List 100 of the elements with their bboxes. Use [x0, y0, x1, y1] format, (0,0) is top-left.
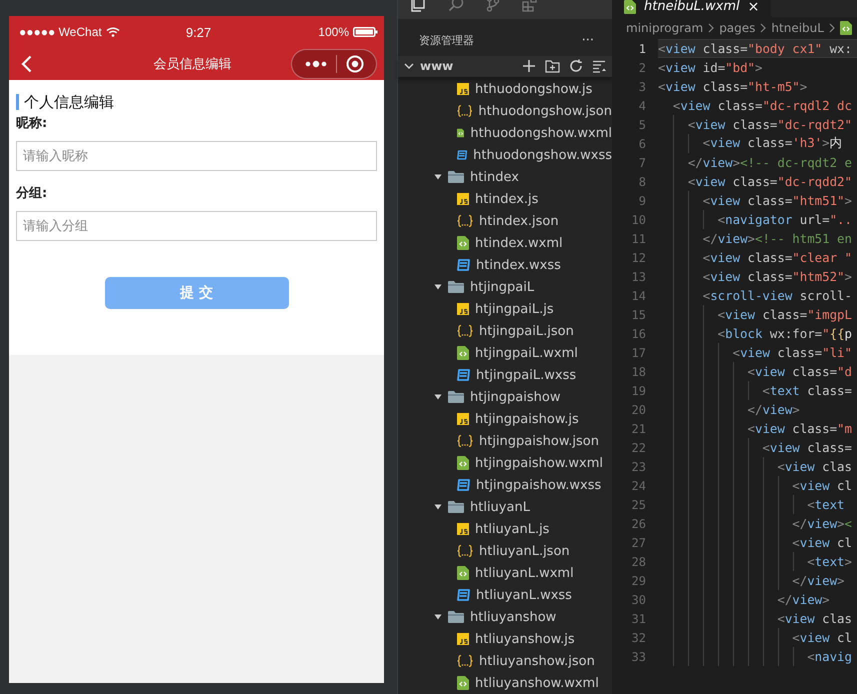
line-number: 19: [630, 384, 647, 398]
code-line: <view class="dc-rqdd2": [686, 174, 852, 189]
file-name[interactable]: hthuodongshow.json: [478, 104, 612, 118]
clock-time: 9:27: [186, 24, 212, 40]
file-name[interactable]: htjingpaiL.wxss: [476, 368, 576, 382]
folder-name[interactable]: htindex: [470, 170, 519, 184]
line-number: 3: [638, 80, 647, 94]
more-menu[interactable]: ···: [582, 33, 594, 48]
code-file-icon: [457, 236, 469, 250]
file-name[interactable]: htjingpaishow.wxml: [475, 456, 604, 470]
code-file-icon: [840, 21, 852, 35]
file-name[interactable]: htjingpaiL.js: [475, 302, 554, 316]
line-number: 14: [630, 288, 647, 302]
braces-icon: [457, 215, 473, 227]
line-number: 29: [630, 574, 647, 588]
files-icon[interactable]: [410, 0, 426, 12]
file-name[interactable]: hthuodongshow.wxml: [470, 126, 612, 140]
line-number: 33: [630, 650, 647, 664]
line-number: 17: [630, 346, 647, 360]
folder-name[interactable]: htliuyanL: [470, 500, 530, 514]
line-number: 16: [630, 326, 647, 340]
plus-icon[interactable]: [522, 59, 536, 74]
folder-name[interactable]: htjingpaishow: [470, 390, 560, 404]
folder-header[interactable]: www: [398, 56, 612, 77]
folder-name[interactable]: htjingpaiL: [470, 280, 534, 294]
folder-icon: [448, 281, 464, 293]
back-icon[interactable]: [21, 55, 32, 73]
file-name[interactable]: htliuyanshow.wxml: [475, 676, 599, 690]
file-name[interactable]: htjingpaiL.wxml: [475, 346, 578, 360]
battery-icon: [353, 27, 378, 37]
code-line: <block wx:for="{{p: [716, 326, 852, 341]
code-line: <view class="dc-rqdt2": [686, 117, 852, 132]
file-name[interactable]: htindex.js: [475, 192, 538, 206]
line-number: 8: [638, 174, 647, 188]
file-name[interactable]: htliuyanshow.json: [479, 654, 595, 668]
line-number: 31: [630, 612, 647, 626]
file-name[interactable]: htindex.wxml: [475, 236, 563, 250]
file-name[interactable]: htliuyanL.wxss: [476, 588, 572, 602]
file-name[interactable]: htliuyanL.json: [479, 544, 570, 558]
line-number: 25: [630, 498, 647, 512]
line-number: 28: [630, 554, 647, 568]
js-file-icon: [457, 413, 469, 425]
line-number: 7: [638, 156, 647, 170]
js-file-icon: [457, 83, 469, 95]
expand-caret-icon[interactable]: [434, 504, 442, 510]
input-field[interactable]: 请输入分组: [16, 211, 377, 241]
code-line: <view class="m: [746, 421, 852, 436]
breadcrumb-item[interactable]: pages: [719, 21, 756, 35]
code-line: <view cl: [791, 535, 852, 550]
editor-tab[interactable]: htneibuL.wxml ×: [612, 0, 772, 17]
extensions-icon[interactable]: [522, 0, 538, 12]
line-number: 22: [630, 440, 647, 454]
code-line: <view cl: [791, 630, 852, 645]
file-name[interactable]: htjingpaishow.json: [479, 434, 599, 448]
panel-title: 资源管理器: [419, 33, 474, 48]
branch-icon[interactable]: [486, 0, 500, 12]
file-name[interactable]: htliuyanL.wxml: [475, 566, 574, 580]
close-target-icon[interactable]: [346, 55, 364, 73]
code-line: <view class="clear ": [702, 250, 852, 265]
line-number: 6: [638, 136, 647, 150]
search-icon[interactable]: [448, 0, 464, 12]
file-name[interactable]: htindex.json: [479, 214, 559, 228]
file-name[interactable]: htjingpaishow.js: [475, 412, 579, 426]
line-number: 27: [630, 536, 647, 550]
collapse-icon[interactable]: [592, 60, 606, 73]
braces-icon: [457, 435, 473, 447]
chevron-icon[interactable]: [404, 62, 414, 70]
file-name[interactable]: htjingpaiL.json: [479, 324, 574, 338]
expand-caret-icon[interactable]: [434, 614, 442, 620]
code-file-icon: [457, 456, 469, 470]
line-number: 30: [630, 592, 647, 606]
code-file-icon: [624, 0, 636, 14]
new-folder-icon[interactable]: [545, 60, 560, 73]
breadcrumb-item[interactable]: htneibuL: [771, 21, 824, 35]
file-name[interactable]: htliuyanshow.js: [475, 632, 575, 646]
code-line: <view class="li": [732, 345, 852, 360]
file-name[interactable]: htliuyanL.js: [475, 522, 550, 536]
expand-caret-icon[interactable]: [434, 284, 442, 290]
capsule-menu[interactable]: [291, 49, 377, 79]
code-line: <view clas: [776, 611, 852, 626]
file-name[interactable]: htindex.wxss: [476, 258, 561, 272]
line-number: 20: [630, 402, 647, 416]
code-file-icon: [457, 126, 464, 140]
file-name[interactable]: htjingpaishow.wxss: [476, 478, 602, 492]
expand-caret-icon[interactable]: [434, 394, 442, 400]
more-icon[interactable]: [304, 60, 326, 68]
folder-name[interactable]: htliuyanshow: [470, 610, 556, 624]
input-field[interactable]: 请输入昵称: [16, 141, 377, 171]
breadcrumb-item[interactable]: miniprogram: [626, 21, 704, 35]
code-line: <view cl: [791, 478, 852, 493]
code-line: </view>: [791, 573, 845, 588]
close-tab-button[interactable]: ×: [748, 0, 760, 14]
file-name[interactable]: hthuodongshow.wxss: [473, 148, 612, 162]
folder-icon: [448, 391, 464, 403]
section-title: 个人信息编辑: [16, 94, 377, 110]
refresh-icon[interactable]: [569, 59, 583, 74]
code-line: </view><!-- htm51 en: [702, 231, 852, 246]
file-name[interactable]: hthuodongshow.js: [475, 82, 592, 96]
expand-caret-icon[interactable]: [434, 174, 442, 180]
code-line: <view class=: [761, 440, 852, 455]
